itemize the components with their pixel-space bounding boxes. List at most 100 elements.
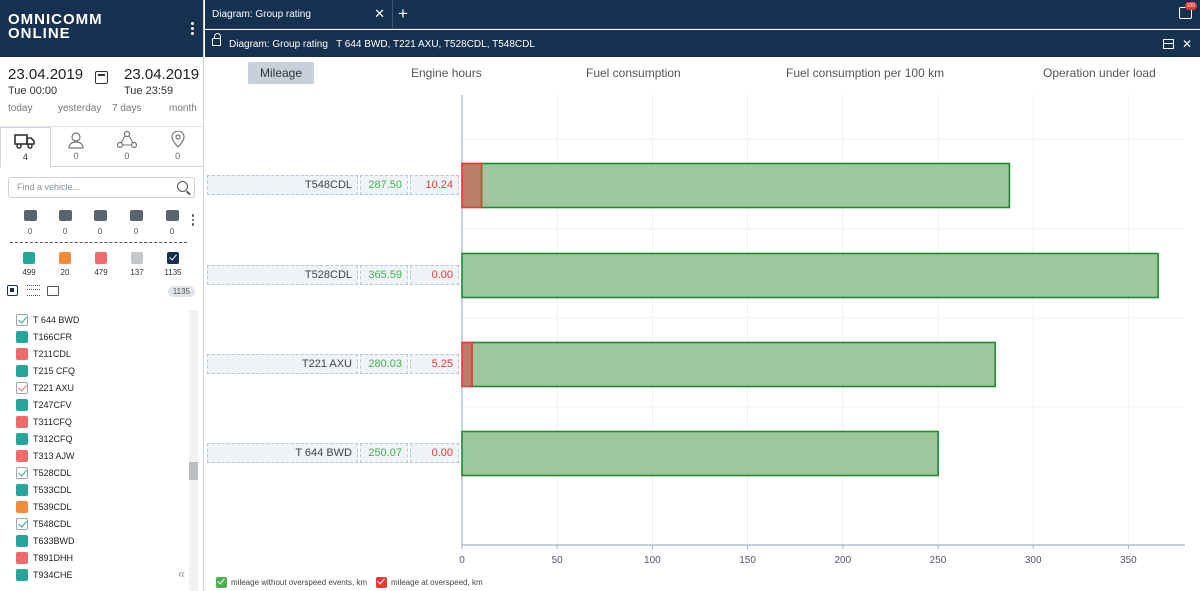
legend-swatch-overspeed[interactable]	[376, 577, 387, 588]
x-tick-label: 200	[834, 555, 851, 566]
close-panel-icon[interactable]: ✕	[1182, 37, 1192, 51]
filter-parking[interactable]: 0	[128, 210, 144, 236]
filter-moving[interactable]: 0	[92, 210, 108, 236]
logo-bar: OMNICOMM ONLINE	[0, 0, 203, 57]
vehicle-list-item[interactable]: T548CDL	[0, 516, 203, 533]
vehicle-list-item[interactable]: T311CFQ	[0, 414, 203, 431]
x-tick-label: 150	[739, 555, 756, 566]
filters-more-icon[interactable]	[191, 212, 194, 228]
filter-fuel-station[interactable]: 0	[164, 210, 180, 236]
logo: OMNICOMM ONLINE	[8, 12, 103, 41]
list-view-icon[interactable]	[27, 285, 40, 296]
add-tab-icon[interactable]: +	[398, 4, 408, 24]
tab-fuel-consumption[interactable]: Fuel consumption	[574, 62, 693, 84]
tab-geofences[interactable]: 0	[152, 127, 203, 166]
status-offline-swatch	[95, 252, 107, 264]
check-icon	[167, 252, 179, 264]
date-from[interactable]: 23.04.2019 Tue 00:00	[8, 66, 83, 97]
vehicle-list-item[interactable]: T312CFQ	[0, 431, 203, 448]
vehicle-checkbox[interactable]	[16, 467, 28, 479]
tab-engine-hours[interactable]: Engine hours	[399, 62, 494, 84]
tab-vehicles[interactable]: 4	[0, 127, 51, 168]
vehicle-checkbox[interactable]	[16, 382, 28, 394]
row-mileage-value: 280.03	[360, 354, 408, 374]
vehicle-list-item[interactable]: T211CDL	[0, 346, 203, 363]
vehicle-checkbox[interactable]	[16, 416, 28, 428]
search-input[interactable]: Find a vehicle...	[8, 177, 195, 198]
status-all[interactable]: 1135	[158, 252, 188, 277]
layout-icon[interactable]	[1162, 39, 1174, 49]
vehicle-checkbox[interactable]	[16, 535, 28, 547]
tab-mileage[interactable]: Mileage	[248, 62, 315, 84]
bar-normal	[471, 341, 996, 388]
status-offline[interactable]: 479	[86, 252, 116, 277]
quick-7days[interactable]: 7 days	[112, 103, 141, 114]
vehicle-list-item[interactable]: T166CFR	[0, 329, 203, 346]
menu-icon[interactable]	[191, 20, 195, 37]
legend-label-overspeed: mileage at overspeed, km	[391, 578, 483, 587]
vehicle-checkbox[interactable]	[16, 433, 28, 445]
status-nodata-count: 137	[130, 268, 144, 277]
quick-today[interactable]: today	[8, 103, 32, 114]
group-icon	[116, 131, 137, 149]
app-root: OMNICOMM ONLINE 23.04.2019 Tue 00:00 23.…	[0, 0, 1200, 591]
vehicle-checkbox[interactable]	[16, 484, 28, 496]
folder-icon[interactable]	[47, 286, 59, 296]
vehicle-checkbox[interactable]	[16, 569, 28, 581]
vehicle-list-item[interactable]: T539CDL	[0, 499, 203, 516]
legend-swatch-normal[interactable]	[216, 577, 227, 588]
vehicle-checkbox[interactable]	[16, 399, 28, 411]
filter-refuel[interactable]: 0	[22, 210, 38, 236]
vehicle-list-item[interactable]: T215 CFQ	[0, 363, 203, 380]
x-tick-label: 0	[459, 555, 465, 566]
tab-operation-under-load[interactable]: Operation under load	[1031, 62, 1168, 84]
scroll-thumb[interactable]	[189, 462, 198, 480]
vehicle-list-item[interactable]: T633BWD	[0, 533, 203, 550]
vehicle-list-item[interactable]: T891DHH	[0, 550, 203, 567]
status-warning[interactable]: 20	[50, 252, 80, 277]
vehicle-checkbox[interactable]	[16, 314, 28, 326]
date-to[interactable]: 23.04.2019 Tue 23:59	[124, 66, 199, 97]
vehicle-checkbox[interactable]	[16, 552, 28, 564]
vehicle-list-scrollbar[interactable]	[189, 310, 198, 591]
collapse-sidebar-icon[interactable]: «	[178, 566, 185, 581]
vehicle-checkbox[interactable]	[16, 450, 28, 462]
vehicle-list-item[interactable]: T 644 BWD	[0, 312, 203, 329]
lock-icon[interactable]	[212, 33, 221, 46]
tab-drivers-count: 0	[73, 151, 79, 161]
select-all-icon[interactable]	[7, 285, 18, 296]
vehicle-checkbox[interactable]	[16, 501, 28, 513]
vehicle-list-item[interactable]: T313 AJW	[0, 448, 203, 465]
close-icon[interactable]: ✕	[374, 6, 385, 22]
vehicle-checkbox[interactable]	[16, 331, 28, 343]
search-icon[interactable]	[177, 181, 188, 192]
diagram-header-actions: ✕	[1162, 37, 1192, 51]
vehicle-checkbox[interactable]	[16, 348, 28, 360]
vehicle-list-item[interactable]: T221 AXU	[0, 380, 203, 397]
vehicle-list-item[interactable]: T528CDL	[0, 465, 203, 482]
vehicle-name: T633BWD	[33, 536, 75, 546]
tab-drivers[interactable]: 0	[51, 127, 102, 166]
notification-badge: 100	[1184, 2, 1197, 10]
quick-month[interactable]: month	[169, 103, 197, 114]
vehicle-name: T548CDL	[33, 519, 72, 529]
vehicle-list-item[interactable]: T247CFV	[0, 397, 203, 414]
vehicle-list-item[interactable]: T934CHE	[0, 567, 203, 584]
notification-icon[interactable]: 100	[1179, 2, 1197, 19]
tab-fuel-per-100km[interactable]: Fuel consumption per 100 km	[774, 62, 956, 84]
tab-groups[interactable]: 0	[102, 127, 153, 166]
tab-group-rating[interactable]: Diagram: Group rating ✕	[205, 0, 393, 29]
calendar-icon[interactable]	[95, 71, 108, 84]
vehicle-checkbox[interactable]	[16, 518, 28, 530]
total-count-badge: 1135	[167, 286, 195, 297]
vehicle-name: T311CFQ	[33, 417, 72, 427]
vehicle-checkbox[interactable]	[16, 365, 28, 377]
diagram-title: Diagram: Group rating T 644 BWD, T221 AX…	[229, 39, 535, 50]
quick-yesterday[interactable]: yesterday	[58, 103, 101, 114]
search-placeholder: Find a vehicle...	[17, 182, 81, 192]
filter-drain[interactable]: 0	[57, 210, 73, 236]
status-nodata[interactable]: 137	[122, 252, 152, 277]
status-online[interactable]: 499	[14, 252, 44, 277]
geofence-icon	[171, 131, 185, 148]
vehicle-list-item[interactable]: T533CDL	[0, 482, 203, 499]
